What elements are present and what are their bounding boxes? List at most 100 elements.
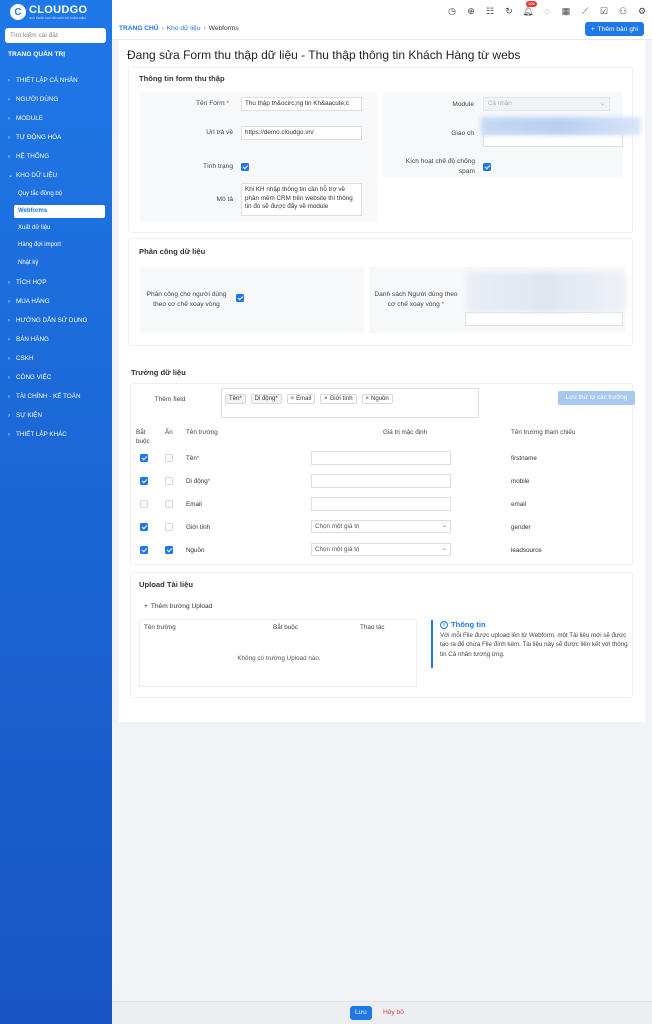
round-robin-users-input[interactable] [465,312,623,326]
save-field-order-button[interactable]: Lưu thứ tự các trường [558,391,635,405]
page-title: Đang sửa Form thu thập dữ liệu - Thu thậ… [127,48,521,62]
breadcrumb-separator-icon: › [203,25,206,32]
breadcrumb: TRANG CHỦ › Kho dữ liệu › Webforms [119,25,239,32]
brand-name: CLOUDGO [29,3,88,16]
close-icon[interactable]: × [324,396,328,402]
sidebar-item-integration[interactable]: › TÍCH HỢP [0,276,112,290]
row1-required-checkbox[interactable] [140,454,148,462]
round-robin-label: Phân công cho người dùng theo cơ chế xoa… [146,291,227,308]
list-icon[interactable]: ☷ [484,5,496,17]
chip-email[interactable]: × Email [286,394,316,404]
upload-info-title: i Thông tin [440,620,635,629]
chevron-down-icon: ⌄ [8,173,14,179]
row4-default-select[interactable]: Chọn một giá trị ⌄ [311,520,451,533]
form-name-label: Tên Form * [196,100,229,107]
breadcrumb-parent[interactable]: Kho dữ liệu [167,25,201,32]
row5-ref-name: leadsource [511,547,542,554]
sidebar-item-data-store[interactable]: ⌄ KHO DỮ LIỆU [0,169,112,183]
user-icon[interactable]: ⚇ [617,5,629,17]
checkbox-icon[interactable]: ☑ [598,5,610,17]
row2-default-input[interactable] [311,474,451,488]
close-icon[interactable]: × [291,396,295,402]
chevron-right-icon: › [8,413,10,419]
row4-required-checkbox[interactable] [140,523,148,531]
sidebar-sub-log[interactable]: Nhật ký [14,257,105,270]
row5-hidden-checkbox[interactable] [165,546,173,554]
chip-gender[interactable]: × Giới tính [320,394,357,404]
sidebar-item-automation[interactable]: › TỰ ĐỘNG HÓA [0,131,112,145]
info-icon: i [440,620,448,629]
row2-ref-name: mobile [511,478,530,485]
row4-ref-name: gender [511,524,531,531]
row1-hidden-checkbox[interactable] [165,454,173,462]
row3-ref-name: email [511,501,527,508]
topbar-icons: ◷ ⊕ ☷ ↻ 🔔︎ 106 ◌ ▦ ⟋ ☑ ⚇ ⚙ [446,1,648,17]
clock-icon[interactable]: ◷ [446,5,458,17]
sidebar-home[interactable]: TRANG QUẢN TRỊ [0,48,73,62]
upload-table: Tên trường Bắt buộc Thao tác Không có tr… [139,619,417,687]
sidebar-item-purchasing[interactable]: › MUA HÀNG [0,295,112,309]
col-required: Bắt buộc [136,429,150,445]
add-record-button[interactable]: + Thêm bản ghi [584,22,644,36]
sidebar-item-sales[interactable]: › BÁN HÀNG [0,333,112,347]
upload-info-body: Với mỗi File được upload lên từ Webform,… [440,632,628,658]
sidebar-item-finance[interactable]: › TÀI CHÍNH - KẾ TOÁN [0,390,112,404]
description-textarea[interactable]: Khi KH nhập thông tin cần hỗ trợ về phần… [241,183,362,216]
round-robin-checkbox[interactable] [236,294,244,302]
field-chip-container[interactable]: Tên* Di động* × Email × Giới tính × Nguồn [221,388,479,418]
row3-default-input[interactable] [311,497,451,511]
save-button[interactable]: Lưu [350,1006,372,1020]
row3-required-checkbox[interactable] [140,500,148,508]
sidebar-item-module[interactable]: › MODULE [0,112,112,126]
sidebar-item-tasks[interactable]: › CÔNG VIỆC [0,371,112,385]
status-checkbox[interactable] [241,163,249,171]
sidebar-item-guide[interactable]: › HƯỚNG DẪN SỬ DỤNG [0,314,112,328]
breadcrumb-separator-icon: › [161,25,164,32]
chevron-down-icon: ⌄ [441,523,447,529]
sidebar-item-other-settings[interactable]: › THIẾT LẬP KHÁC [0,428,112,442]
row4-hidden-checkbox[interactable] [165,523,173,531]
sidebar-item-system[interactable]: › HỆ THỐNG [0,150,112,164]
chart-icon[interactable]: ⟋ [579,5,591,17]
form-name-input[interactable]: Thu thập th&ocirc;ng tin Kh&aacute;c [241,97,362,111]
chip-source[interactable]: × Nguồn [361,394,393,404]
bell-icon[interactable]: 🔔︎ 106 [522,1,537,17]
row5-required-checkbox[interactable] [140,546,148,554]
chevron-right-icon: › [8,318,10,324]
sidebar-item-users[interactable]: › NGƯỜI DÙNG [0,93,112,107]
row1-default-input[interactable] [311,451,451,465]
gear-icon[interactable]: ⚙ [636,5,648,17]
chat-icon[interactable]: ◌ [541,5,553,17]
chevron-right-icon: › [8,337,10,343]
sidebar-sub-sync-rules[interactable]: Quy tắc đồng bộ [14,188,105,201]
chevron-down-icon: ⌄ [441,546,447,552]
col-field-name: Tên trường [186,429,218,436]
row5-default-select[interactable]: Chọn một giá trị ⌄ [311,543,451,556]
row2-hidden-checkbox[interactable] [165,477,173,485]
sidebar-sub-export[interactable]: Xuất dữ liệu [14,222,105,235]
sidebar-item-events[interactable]: › SỰ KIỆN [0,409,112,423]
close-icon[interactable]: × [366,396,370,402]
calendar-icon[interactable]: ▦ [560,5,572,17]
anti-spam-checkbox[interactable] [483,163,491,171]
col-ref-name: Tên trường tham chiếu [511,429,576,436]
chevron-right-icon: › [8,78,10,84]
sidebar-sub-webforms[interactable]: Webforms [14,205,105,218]
sidebar-item-personal-settings[interactable]: › THIẾT LẬP CÁ NHÂN [0,74,112,88]
row3-hidden-checkbox[interactable] [165,500,173,508]
return-url-input[interactable]: https://demo.cloudgo.vn/ [241,126,362,140]
breadcrumb-home[interactable]: TRANG CHỦ [119,25,159,32]
add-upload-field-button[interactable]: + Thêm trường Upload [144,603,212,610]
assign-to-input[interactable] [483,133,623,147]
upload-empty-message: Không có trường Upload nào. [237,655,321,662]
sidebar-item-cskh[interactable]: › CSKH [0,352,112,366]
return-url-label: Url trả về [206,129,233,136]
cancel-button[interactable]: Hủy bỏ [380,1006,407,1020]
fields-title: Trường dữ liệu [131,368,186,377]
refresh-icon[interactable]: ↻ [503,5,515,17]
plus-circle-icon[interactable]: ⊕ [465,5,477,17]
row2-required-checkbox[interactable] [140,477,148,485]
settings-search-input[interactable] [5,28,106,43]
sidebar-sub-import-queue[interactable]: Hàng đợi import [14,239,105,252]
brand-logo[interactable]: C CLOUDGO GIẢI PHÁP CHUYỂN ĐỔI SỐ TOÀN D… [0,0,112,24]
